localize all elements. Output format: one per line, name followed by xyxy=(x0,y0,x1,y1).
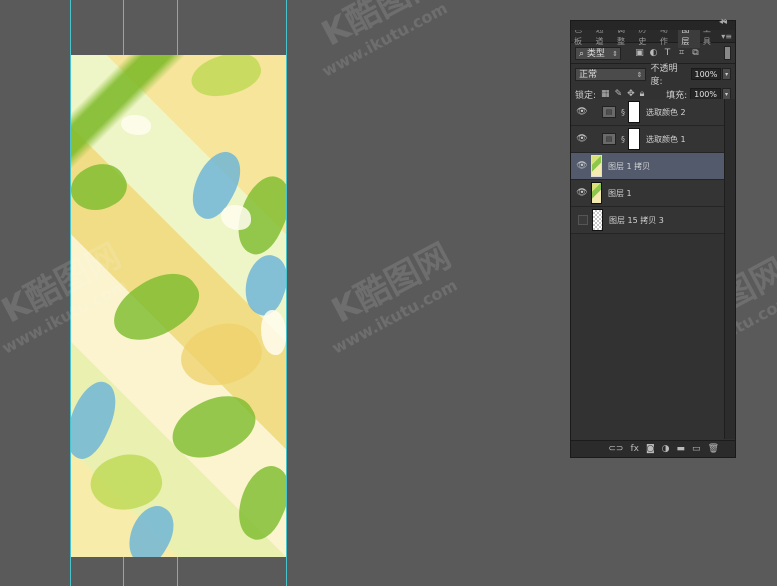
search-icon: ⌕ xyxy=(579,48,585,59)
guide-line[interactable] xyxy=(286,0,287,586)
folder-icon[interactable]: ▬ xyxy=(677,444,686,454)
eye-icon[interactable]: 👁︎ xyxy=(576,161,588,171)
layer-thumbnail[interactable] xyxy=(591,155,602,177)
eye-icon[interactable]: 👁︎ xyxy=(576,107,588,117)
filter-type-select[interactable]: ⌕ 类型 ⇕ xyxy=(575,46,621,60)
panel-title-bar[interactable]: ◂◂ ✕ xyxy=(571,17,735,30)
filter-toggle[interactable] xyxy=(724,46,731,60)
layer-mask-thumbnail[interactable] xyxy=(628,101,640,123)
layer-name[interactable]: 选取颜色 1 xyxy=(646,134,686,145)
lock-brush-icon[interactable]: ✎ xyxy=(615,89,623,99)
paint-blot xyxy=(186,55,266,106)
blend-mode-value: 正常 xyxy=(579,69,598,80)
opacity-dropdown[interactable]: ▾ xyxy=(722,68,731,80)
panel-tabs: 色板 通道 调整 历史 动作 图层 工具 ▾≡ xyxy=(571,24,735,48)
paint-blot xyxy=(162,382,265,473)
layer-list: 👁︎ ▤ § 选取颜色 2 👁︎ ▤ § 选取颜色 1 👁︎ 图层 1 拷贝 👁… xyxy=(571,99,725,234)
layer-thumbnail[interactable] xyxy=(592,209,603,231)
eye-icon[interactable]: 👁︎ xyxy=(576,134,588,144)
type-filter-icon[interactable]: T xyxy=(663,48,672,58)
adjustment-icon[interactable]: ◑ xyxy=(662,444,670,454)
layer-name[interactable]: 选取颜色 2 xyxy=(646,107,686,118)
layer-row[interactable]: 👁︎ 图层 1 xyxy=(571,180,725,207)
layer-thumbnail[interactable] xyxy=(591,182,602,204)
paint-blot xyxy=(236,249,286,321)
layer-mask-thumbnail[interactable] xyxy=(628,128,640,150)
link-icon[interactable]: ⊂⊃ xyxy=(608,444,623,454)
layer-name[interactable]: 图层 1 拷贝 xyxy=(608,161,650,172)
paint-blot xyxy=(172,310,270,400)
paint-blot xyxy=(121,115,151,135)
opacity-label: 不透明度: xyxy=(650,64,678,87)
lock-all-icon[interactable]: 🔒︎ xyxy=(640,89,645,99)
paint-blot xyxy=(71,375,127,465)
paint-blot xyxy=(261,310,286,355)
layer-row[interactable]: 👁︎ ▤ § 选取颜色 2 xyxy=(571,99,725,126)
image-filter-icon[interactable]: ▣ xyxy=(635,48,644,58)
paint-blot xyxy=(71,154,134,221)
panel-menu-icon[interactable]: ▾≡ xyxy=(721,32,735,41)
link-chain-icon[interactable]: § xyxy=(621,108,625,117)
layer-name[interactable]: 图层 1 xyxy=(608,188,632,199)
blend-mode-select[interactable]: 正常 ⇕ xyxy=(575,67,646,81)
mask-icon[interactable]: ◙ xyxy=(646,444,655,454)
panel-bottom-toolbar: ⊂⊃ fx ◙ ◑ ▬ ▭ 🗑︎ xyxy=(571,440,735,457)
layers-panel: ◂◂ ✕ 色板 通道 调整 历史 动作 图层 工具 ▾≡ ⌕ 类型 ⇕ ▣ ◐ … xyxy=(570,17,736,458)
selective-color-icon: ▤ xyxy=(602,106,616,118)
filter-type-label: 类型 xyxy=(586,48,605,59)
layer-list-scrollbar[interactable] xyxy=(724,99,735,439)
layer-row[interactable]: 👁︎ ▤ § 选取颜色 1 xyxy=(571,126,725,153)
dropdown-arrow-icon: ⇕ xyxy=(612,49,618,58)
dropdown-arrow-icon: ⇕ xyxy=(636,70,643,79)
lock-transparency-icon[interactable]: ▦ xyxy=(601,89,610,99)
layer-name[interactable]: 图层 15 拷贝 3 xyxy=(609,215,664,226)
fx-icon[interactable]: fx xyxy=(630,444,639,454)
paint-blot xyxy=(227,459,286,546)
paint-blot xyxy=(221,205,251,230)
selective-color-icon: ▤ xyxy=(602,133,616,145)
blend-row: 正常 ⇕ 不透明度: 100% ▾ xyxy=(571,64,735,87)
new-layer-icon[interactable]: ▭ xyxy=(692,444,701,454)
close-icon[interactable]: ✕ xyxy=(720,17,727,26)
visibility-toggle-off[interactable] xyxy=(578,215,588,225)
adjustment-filter-icon[interactable]: ◐ xyxy=(649,48,658,58)
link-chain-icon[interactable]: § xyxy=(621,135,625,144)
layer-row-selected[interactable]: 👁︎ 图层 1 拷贝 xyxy=(571,153,725,180)
lock-move-icon[interactable]: ✥ xyxy=(627,89,635,99)
opacity-input[interactable]: 100% xyxy=(690,68,722,80)
trash-icon[interactable]: 🗑︎ xyxy=(708,444,719,454)
shape-filter-icon[interactable]: ⌗ xyxy=(677,48,686,58)
eye-icon[interactable]: 👁︎ xyxy=(576,188,588,198)
layer-row[interactable]: 图层 15 拷贝 3 xyxy=(571,207,725,234)
smart-object-filter-icon[interactable]: ⧉ xyxy=(691,48,700,58)
